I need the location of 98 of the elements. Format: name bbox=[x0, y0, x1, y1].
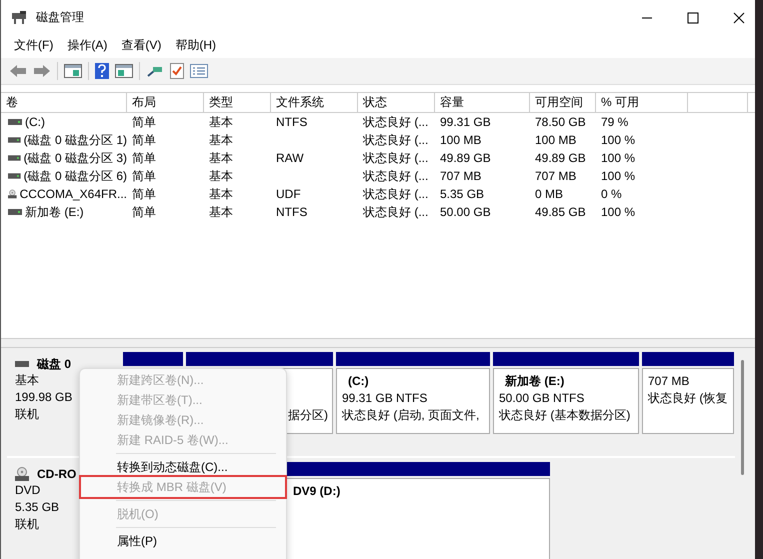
partition-name: 新加卷 (E:) bbox=[504, 373, 566, 390]
table-cell: 49.89 GB bbox=[440, 151, 491, 165]
table-cell: 基本 bbox=[209, 204, 233, 220]
connect-icon[interactable] bbox=[146, 64, 164, 78]
table-cell: 50.00 GB bbox=[440, 205, 491, 219]
disk-info: 联机 bbox=[15, 516, 40, 533]
table-cell: 状态良好 (... bbox=[363, 114, 428, 130]
table-cell: (磁盘 0 磁盘分区 3) bbox=[24, 150, 127, 166]
window-title: 磁盘管理 bbox=[36, 9, 84, 26]
partition-info: 状态良好 (基本数据分区) bbox=[499, 407, 632, 424]
maximize-icon[interactable] bbox=[687, 12, 699, 24]
table-cell: 简单 bbox=[132, 150, 156, 166]
drive-icon bbox=[8, 173, 21, 179]
panel-icon[interactable] bbox=[115, 64, 133, 78]
table-cell: UDF bbox=[276, 187, 301, 201]
table-cell: 简单 bbox=[132, 114, 156, 130]
forward-arrow-icon[interactable] bbox=[33, 64, 51, 78]
partition-info: 707 MB bbox=[648, 373, 690, 390]
table-cell: (C:) bbox=[25, 115, 45, 129]
table-cell: 99.31 GB bbox=[440, 115, 491, 129]
disk-info: DVD bbox=[15, 482, 42, 499]
table-cell: 简单 bbox=[132, 132, 156, 148]
table-cell: 基本 bbox=[209, 186, 233, 202]
table-cell: 0 % bbox=[601, 187, 622, 201]
table-cell: 状态良好 (... bbox=[363, 168, 428, 184]
column-header[interactable]: 可用空间 bbox=[530, 93, 596, 112]
partition-name: DV9 (D:) bbox=[292, 483, 342, 500]
drive-icon bbox=[8, 155, 21, 161]
disk-management-icon bbox=[11, 10, 27, 24]
menu-item[interactable]: 操作(A) bbox=[67, 36, 108, 54]
partition-info: 状态良好 (启动, 页面文件, bbox=[342, 407, 480, 424]
column-header[interactable]: 容量 bbox=[435, 93, 530, 112]
table-cell: CCCOMA_X64FR... bbox=[20, 187, 127, 201]
column-header[interactable]: 类型 bbox=[204, 93, 271, 112]
table-cell: 新加卷 (E:) bbox=[25, 204, 84, 220]
table-cell: 基本 bbox=[209, 168, 233, 184]
disk-info: 199.98 GB bbox=[15, 389, 74, 406]
table-cell: (磁盘 0 磁盘分区 1) bbox=[24, 132, 127, 148]
panel-icon[interactable] bbox=[64, 64, 82, 78]
partition-header bbox=[123, 352, 183, 366]
column-header[interactable]: 文件系统 bbox=[271, 93, 358, 112]
menu-item[interactable]: 帮助(H) bbox=[175, 36, 216, 54]
column-header[interactable]: % 可用 bbox=[596, 93, 688, 112]
partition-info: 50.00 GB NTFS bbox=[499, 390, 586, 407]
table-cell: 707 MB bbox=[535, 169, 576, 183]
scrollbar-thumb[interactable] bbox=[741, 360, 744, 475]
table-cell: 简单 bbox=[132, 168, 156, 184]
table-cell: 基本 bbox=[209, 114, 233, 130]
close-icon[interactable] bbox=[733, 12, 745, 24]
cd-drive-icon bbox=[8, 187, 17, 201]
drive-icon bbox=[15, 361, 29, 367]
partition-name: (C:) bbox=[347, 373, 370, 390]
table-cell: 基本 bbox=[209, 132, 233, 148]
table-cell: 0 MB bbox=[535, 187, 564, 201]
table-cell: 状态良好 (... bbox=[363, 150, 428, 166]
table-cell: 简单 bbox=[132, 186, 156, 202]
drive-icon bbox=[8, 119, 22, 125]
table-cell: RAW bbox=[276, 151, 304, 165]
table-cell: 100 % bbox=[601, 205, 636, 219]
table-cell: 5.35 GB bbox=[440, 187, 484, 201]
column-header[interactable]: 布局 bbox=[127, 93, 204, 112]
column-header[interactable]: 状态 bbox=[358, 93, 435, 112]
table-cell: 49.85 GB bbox=[535, 205, 586, 219]
disk-name: CD-RO bbox=[37, 467, 76, 481]
menu-item[interactable]: 文件(F) bbox=[14, 36, 54, 54]
disk-info: 联机 bbox=[15, 406, 40, 423]
table-cell: 100 MB bbox=[440, 133, 482, 147]
back-arrow-icon[interactable] bbox=[9, 64, 27, 78]
menu-item[interactable]: 查看(V) bbox=[121, 36, 162, 54]
table-cell: 78.50 GB bbox=[535, 115, 586, 129]
table-cell: 简单 bbox=[132, 204, 156, 220]
table-cell: 状态良好 (... bbox=[363, 132, 428, 148]
partition-info: 据分区) bbox=[288, 407, 328, 424]
table-cell: 100 MB bbox=[535, 133, 576, 147]
disk-info: 5.35 GB bbox=[15, 499, 60, 516]
table-cell: NTFS bbox=[276, 115, 308, 129]
cd-drive-icon bbox=[15, 467, 29, 481]
partition-info: 状态良好 (恢复 bbox=[648, 390, 728, 407]
help-icon[interactable] bbox=[95, 63, 109, 79]
drive-icon bbox=[8, 137, 21, 143]
table-cell: 100 % bbox=[601, 133, 636, 147]
list-icon[interactable] bbox=[190, 64, 208, 78]
table-cell: 100 % bbox=[601, 169, 636, 183]
table-cell: 状态良好 (... bbox=[363, 186, 428, 202]
checked-document-icon[interactable] bbox=[170, 63, 184, 79]
table-cell: 状态良好 (... bbox=[363, 204, 428, 220]
table-cell: 79 % bbox=[601, 115, 628, 129]
table-cell: 49.89 GB bbox=[535, 151, 586, 165]
table-cell: 100 % bbox=[601, 151, 636, 165]
column-header[interactable]: 卷 bbox=[1, 93, 127, 112]
partition-info: 99.31 GB NTFS bbox=[342, 390, 428, 407]
table-cell: (磁盘 0 磁盘分区 6) bbox=[24, 168, 127, 184]
disk-name: 磁盘 0 bbox=[37, 356, 72, 372]
drive-icon bbox=[8, 209, 22, 215]
disk-info: 基本 bbox=[15, 372, 40, 389]
table-cell: 基本 bbox=[209, 150, 233, 166]
table-cell: 707 MB bbox=[440, 169, 482, 183]
table-cell: NTFS bbox=[276, 205, 308, 219]
